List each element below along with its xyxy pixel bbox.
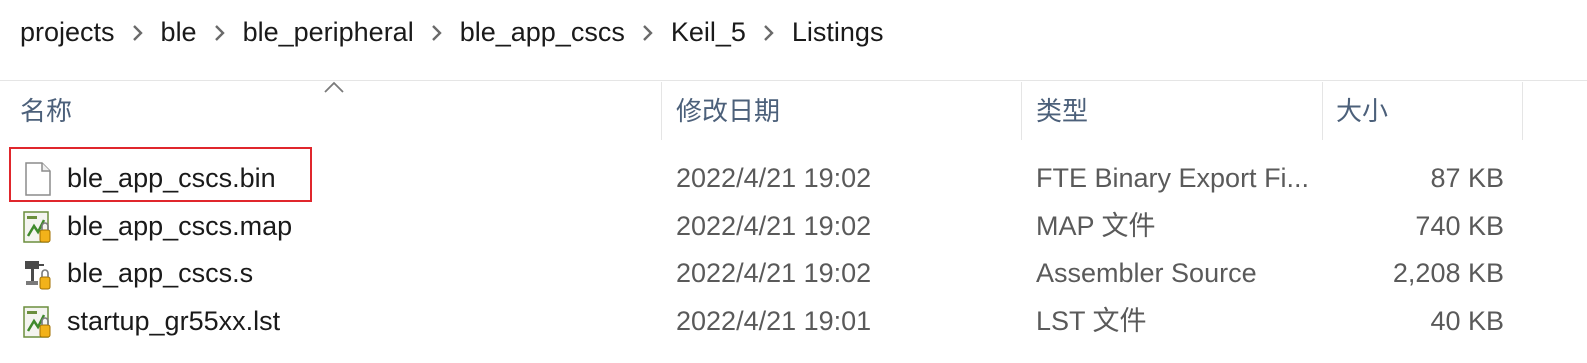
column-header-type-label: 类型 <box>1036 96 1089 126</box>
keil-file-icon <box>23 306 51 338</box>
file-type: FTE Binary Export Fi... <box>1036 163 1310 193</box>
file-date: 2022/4/21 19:01 <box>676 306 872 336</box>
highlight-box <box>9 147 312 202</box>
breadcrumb-item-keil5[interactable]: Keil_5 <box>671 17 746 48</box>
file-type: LST 文件 <box>1036 306 1147 336</box>
breadcrumb-item-ble-peripheral[interactable]: ble_peripheral <box>243 17 414 48</box>
column-divider[interactable] <box>1522 82 1523 140</box>
file-type: Assembler Source <box>1036 258 1257 288</box>
chevron-right-icon[interactable] <box>746 19 792 45</box>
keil-file-icon <box>23 211 51 243</box>
column-divider[interactable] <box>1021 82 1022 140</box>
file-date: 2022/4/21 19:02 <box>676 211 872 241</box>
column-header-size-label: 大小 <box>1336 96 1389 126</box>
breadcrumb: projects ble ble_peripheral ble_app_cscs… <box>0 0 1587 64</box>
file-name[interactable]: ble_app_cscs.s <box>67 250 253 297</box>
file-date: 2022/4/21 19:02 <box>676 163 872 193</box>
file-row[interactable]: startup_gr55xx.lst 2022/4/21 19:01 LST 文… <box>0 298 1587 345</box>
breadcrumb-item-ble-app-cscs[interactable]: ble_app_cscs <box>460 17 625 48</box>
column-header-size[interactable]: 大小 <box>1336 82 1516 140</box>
chevron-right-icon[interactable] <box>197 19 243 45</box>
file-size: 87 KB <box>1430 163 1504 193</box>
toolbar-divider <box>0 80 1587 81</box>
assembler-file-icon <box>25 261 51 290</box>
file-row[interactable]: ble_app_cscs.s 2022/4/21 19:02 Assembler… <box>0 250 1587 297</box>
file-type: MAP 文件 <box>1036 211 1156 241</box>
column-header-name[interactable]: 名称 <box>20 82 660 140</box>
column-divider[interactable] <box>661 82 662 140</box>
file-size: 2,208 KB <box>1392 258 1504 288</box>
breadcrumb-item-projects[interactable]: projects <box>20 17 115 48</box>
column-header-row: 名称 修改日期 类型 大小 <box>0 82 1587 140</box>
breadcrumb-item-ble[interactable]: ble <box>161 17 197 48</box>
file-size: 40 KB <box>1430 306 1504 336</box>
column-header-type[interactable]: 类型 <box>1036 82 1316 140</box>
column-header-date[interactable]: 修改日期 <box>676 82 1016 140</box>
file-name[interactable]: ble_app_cscs.map <box>67 203 292 250</box>
chevron-right-icon[interactable] <box>115 19 161 45</box>
file-name[interactable]: startup_gr55xx.lst <box>67 298 280 345</box>
file-row[interactable]: ble_app_cscs.map 2022/4/21 19:02 MAP 文件 … <box>0 203 1587 250</box>
column-header-name-label: 名称 <box>20 96 73 126</box>
column-header-date-label: 修改日期 <box>676 96 781 126</box>
file-date: 2022/4/21 19:02 <box>676 258 872 288</box>
chevron-right-icon[interactable] <box>625 19 671 45</box>
chevron-right-icon[interactable] <box>414 19 460 45</box>
file-size: 740 KB <box>1415 211 1504 241</box>
breadcrumb-item-listings[interactable]: Listings <box>792 17 884 48</box>
column-divider[interactable] <box>1322 82 1323 140</box>
